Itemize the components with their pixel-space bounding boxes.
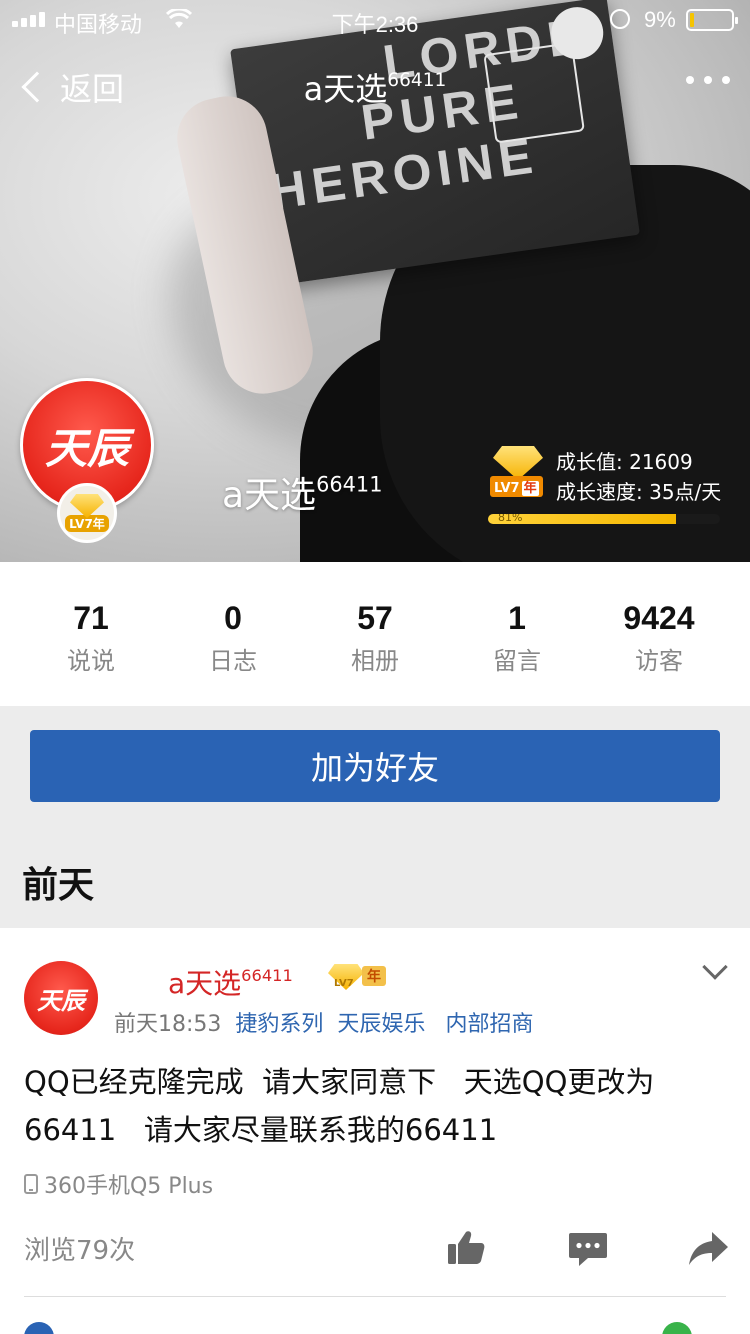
avatar-text: 天辰: [44, 423, 129, 473]
like-icon[interactable]: [444, 1226, 488, 1270]
stat-value: 57: [357, 600, 393, 636]
nav-title-text: a天选: [303, 70, 388, 108]
stat-value: 0: [224, 600, 242, 636]
vip-tag: LV7 年: [490, 476, 543, 497]
post-time: 前天18:53: [114, 1012, 222, 1037]
next-post-icon: [662, 1322, 692, 1334]
growth-speed: 成长速度: 35点/天: [556, 480, 722, 504]
post-vip-year: 年: [362, 966, 386, 986]
post-vip-lv: LV7: [334, 978, 354, 989]
post-views: 浏览79次: [24, 1236, 136, 1266]
post-tag[interactable]: 捷豹系列: [235, 1006, 323, 1038]
vip-gem-badge[interactable]: LV7 年: [490, 446, 546, 497]
stat-label: 说说: [67, 647, 115, 675]
post-meta: 前天18:53 捷豹系列 天辰娱乐 内部招商: [114, 1006, 533, 1038]
stat-blog[interactable]: 0 日志: [163, 562, 303, 706]
stat-album[interactable]: 57 相册: [305, 562, 445, 706]
post-avatar-text: 天辰: [37, 985, 85, 1015]
chevron-down-icon[interactable]: [702, 954, 728, 980]
post-body-line: 66411 请大家尽量联系我的66411: [24, 1113, 498, 1147]
post-avatar[interactable]: 天辰: [24, 961, 98, 1035]
nav-title-sup: 66411: [387, 70, 447, 92]
growth-progress-label: 81%: [498, 514, 523, 524]
post-author-text: a天选: [168, 967, 242, 1000]
feed-post: 天辰 a天选66411 LV7 年 前天18:53 捷豹系列 天辰娱乐 内部招商…: [0, 928, 750, 1334]
stat-visitors[interactable]: 9424 访客: [589, 562, 729, 706]
status-bar: 中国移动 下午2:36 9%: [0, 0, 750, 40]
comment-icon[interactable]: [566, 1226, 610, 1270]
post-device-text: 360手机Q5 Plus: [44, 1174, 214, 1199]
post-tag[interactable]: 天辰娱乐: [337, 1006, 425, 1038]
stat-value: 71: [73, 600, 109, 636]
battery-percent: 9%: [644, 7, 676, 32]
profile-name-sup: 66411: [316, 472, 383, 497]
stats-row: 71 说说 0 日志 57 相册 1 留言 9424 访客: [0, 562, 750, 706]
profile-name: a天选66411: [222, 466, 382, 518]
nav-title: a天选66411: [0, 64, 750, 110]
growth-value: 成长值: 21609: [556, 450, 693, 474]
stat-label: 访客: [635, 647, 683, 675]
profile-name-text: a天选: [222, 475, 317, 516]
stat-label: 相册: [351, 647, 399, 675]
stat-label: 留言: [493, 647, 541, 675]
post-body: QQ已经克隆完成 请大家同意下 天选QQ更改为 66411 请大家尽量联系我的6…: [24, 1058, 724, 1154]
battery-level: [690, 13, 694, 27]
status-time: 下午2:36: [331, 12, 419, 37]
phone-icon: [24, 1174, 38, 1194]
stat-message[interactable]: 1 留言: [447, 562, 587, 706]
share-icon[interactable]: [686, 1226, 730, 1270]
vip-tag-year: 年: [521, 481, 539, 496]
rotation-lock-icon: [610, 9, 630, 29]
post-device: 360手机Q5 Plus: [24, 1168, 213, 1200]
growth-progress-bar: 81%: [488, 514, 720, 524]
post-vip-badge[interactable]: LV7 年: [328, 964, 390, 994]
stat-label: 日志: [209, 647, 257, 675]
post-tag[interactable]: 内部招商: [445, 1006, 533, 1038]
feed-section-title: 前天: [22, 865, 95, 906]
gem-icon: [493, 446, 543, 480]
battery-icon: [686, 9, 738, 31]
post-divider: [24, 1296, 726, 1297]
stat-shuoshuo[interactable]: 71 说说: [21, 562, 161, 706]
stat-value: 1: [508, 600, 526, 636]
post-author-name[interactable]: a天选66411: [168, 962, 293, 1002]
more-icon[interactable]: [686, 76, 730, 84]
next-post-avatar: [24, 1322, 54, 1334]
vip-tag-lv: LV7: [494, 481, 520, 496]
level-badge[interactable]: LV7年: [57, 483, 117, 543]
post-body-line: QQ已经克隆完成 请大家同意下 天选QQ更改为: [24, 1065, 655, 1099]
add-friend-button[interactable]: 加为好友: [30, 730, 720, 802]
stat-value: 9424: [623, 600, 695, 636]
post-author-sup: 66411: [241, 965, 293, 985]
